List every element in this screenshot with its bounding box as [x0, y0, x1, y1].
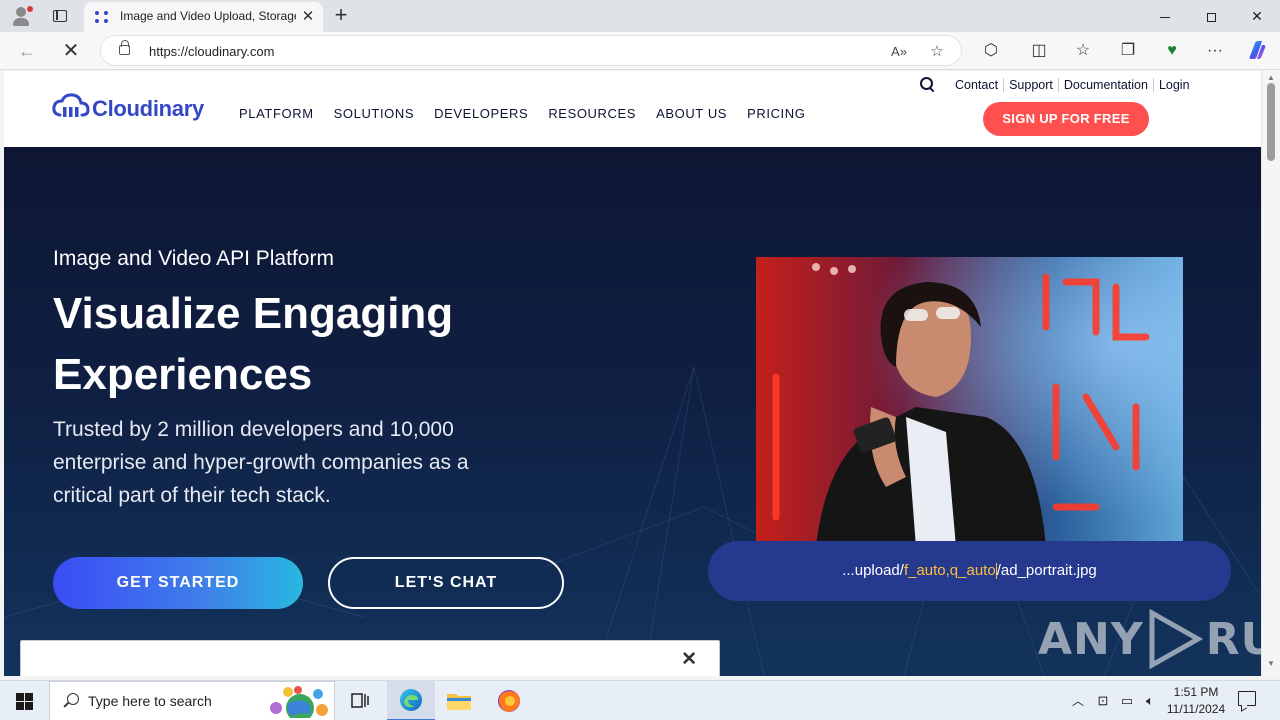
search-icon[interactable] — [920, 77, 936, 93]
hero-portrait-image — [756, 257, 1183, 547]
login-link[interactable]: Login — [1154, 78, 1195, 92]
notifications-icon[interactable] — [1238, 691, 1256, 706]
clock-date: 11/11/2024 — [1166, 702, 1226, 716]
logo-text: Cloudinary — [92, 96, 204, 121]
chevron-up-icon[interactable]: ︿ — [1068, 681, 1088, 720]
tab-title: Image and Video Upload, Storage, Optimiz… — [120, 9, 296, 23]
tab-actions-icon[interactable] — [48, 4, 72, 28]
watermark-text-left: ANY — [1038, 613, 1144, 665]
url-suffix: /ad_portrait.jpg — [996, 562, 1097, 579]
loading-favicon-icon — [94, 10, 110, 24]
hero-kicker: Image and Video API Platform — [53, 247, 334, 270]
hero-section: Image and Video API Platform Visualize E… — [4, 147, 1261, 676]
browser-essentials-icon[interactable]: ♥ — [1161, 40, 1183, 62]
get-started-button[interactable]: GET STARTED — [53, 557, 303, 609]
scroll-thumb[interactable] — [1267, 83, 1275, 161]
nav-pricing[interactable]: PRICING — [747, 106, 805, 121]
file-explorer-icon[interactable] — [435, 681, 483, 720]
stop-loading-icon[interactable]: ✕ — [58, 38, 84, 64]
nav-about-us[interactable]: ABOUT US — [656, 106, 727, 121]
scroll-up-icon[interactable]: ▲ — [1267, 73, 1275, 82]
url-transform-params: f_auto,q_auto — [903, 562, 996, 579]
main-nav: PLATFORM SOLUTIONS DEVELOPERS RESOURCES … — [239, 106, 825, 121]
read-aloud-icon[interactable]: A» — [889, 42, 909, 62]
lets-chat-button[interactable]: LET'S CHAT — [328, 557, 564, 609]
window-close-icon[interactable]: ✕ — [1234, 0, 1280, 32]
search-icon — [64, 693, 80, 709]
copilot-icon[interactable] — [1246, 39, 1268, 61]
signup-button[interactable]: SIGN UP FOR FREE — [983, 102, 1149, 136]
split-screen-icon[interactable]: ◫ — [1028, 40, 1050, 62]
site-header: Cloudinary PLATFORM SOLUTIONS DEVELOPERS… — [4, 71, 1261, 147]
address-bar-row: ← ✕ https://cloudinary.com A» ☆ ⬡ ◫ ☆ ❐ … — [0, 32, 1280, 70]
url-text[interactable]: https://cloudinary.com — [149, 44, 274, 59]
system-clock[interactable]: 1:51 PM 11/11/2024 — [1156, 684, 1236, 718]
firefox-icon[interactable] — [485, 681, 533, 720]
url-prefix: ...upload/ — [842, 562, 904, 579]
close-banner-icon[interactable]: ✕ — [681, 649, 697, 671]
browser-tab-strip: Image and Video Upload, Storage, Optimiz… — [0, 0, 1280, 32]
utility-nav: Contact Support Documentation Login — [920, 77, 1195, 93]
hero-subtext: Trusted by 2 million developers and 10,0… — [53, 418, 469, 507]
nav-resources[interactable]: RESOURCES — [548, 106, 636, 121]
task-view-icon[interactable] — [336, 681, 384, 720]
cloudinary-logo[interactable]: Cloudinary — [52, 93, 212, 125]
play-triangle-icon — [1149, 609, 1203, 669]
edge-icon[interactable] — [387, 681, 435, 720]
minimize-icon[interactable] — [1142, 0, 1188, 32]
windows-taskbar: Type here to search ︿ ⊡ ▭ 🔈︎ 1:51 PM 11/… — [0, 680, 1280, 720]
more-menu-icon[interactable]: ··· — [1204, 40, 1226, 62]
new-tab-icon[interactable]: + — [330, 4, 352, 26]
web-page: Cloudinary PLATFORM SOLUTIONS DEVELOPERS… — [4, 71, 1261, 676]
collections-icon[interactable]: ❐ — [1117, 40, 1139, 62]
nav-platform[interactable]: PLATFORM — [239, 106, 314, 121]
profile-icon[interactable] — [10, 4, 34, 28]
taskbar-search-placeholder: Type here to search — [88, 693, 212, 709]
hero-headline: Visualize Engaging Experiences — [53, 289, 454, 399]
extensions-icon[interactable]: ⬡ — [980, 40, 1002, 62]
clock-time: 1:51 PM — [1173, 685, 1219, 699]
consent-banner: ✕ — [20, 640, 720, 676]
address-bar[interactable]: https://cloudinary.com A» ☆ — [100, 35, 962, 66]
watermark-text-right: RUN — [1205, 613, 1261, 665]
support-link[interactable]: Support — [1004, 78, 1059, 92]
taskbar-search-box[interactable]: Type here to search — [49, 681, 335, 720]
restore-icon[interactable] — [1188, 0, 1234, 32]
browser-tab-active[interactable]: Image and Video Upload, Storage, Optimiz… — [84, 2, 323, 32]
nav-developers[interactable]: DEVELOPERS — [434, 106, 528, 121]
contact-link[interactable]: Contact — [950, 78, 1005, 92]
back-arrow-icon[interactable]: ← — [14, 38, 40, 64]
documentation-link[interactable]: Documentation — [1059, 78, 1154, 92]
scroll-down-icon[interactable]: ▼ — [1267, 659, 1275, 668]
page-scrollbar[interactable]: ▲ ▼ — [1261, 71, 1280, 676]
anyrun-watermark: ANY RUN — [1038, 607, 1261, 671]
add-favorite-icon[interactable]: ☆ — [927, 42, 947, 62]
nav-solutions[interactable]: SOLUTIONS — [334, 106, 415, 121]
meet-now-icon[interactable]: ⊡ — [1094, 681, 1112, 720]
favorites-icon[interactable]: ☆ — [1072, 40, 1094, 62]
cloud-logo-icon — [52, 93, 90, 117]
search-highlight-globe-icon — [270, 686, 328, 718]
lock-icon[interactable] — [119, 40, 130, 55]
transformation-url-pill: ...upload/f_auto,q_auto/ad_portrait.jpg — [708, 541, 1231, 601]
network-icon[interactable]: ▭ — [1116, 681, 1138, 720]
windows-start-icon[interactable] — [0, 681, 48, 720]
close-tab-icon[interactable]: ✕ — [299, 8, 317, 26]
